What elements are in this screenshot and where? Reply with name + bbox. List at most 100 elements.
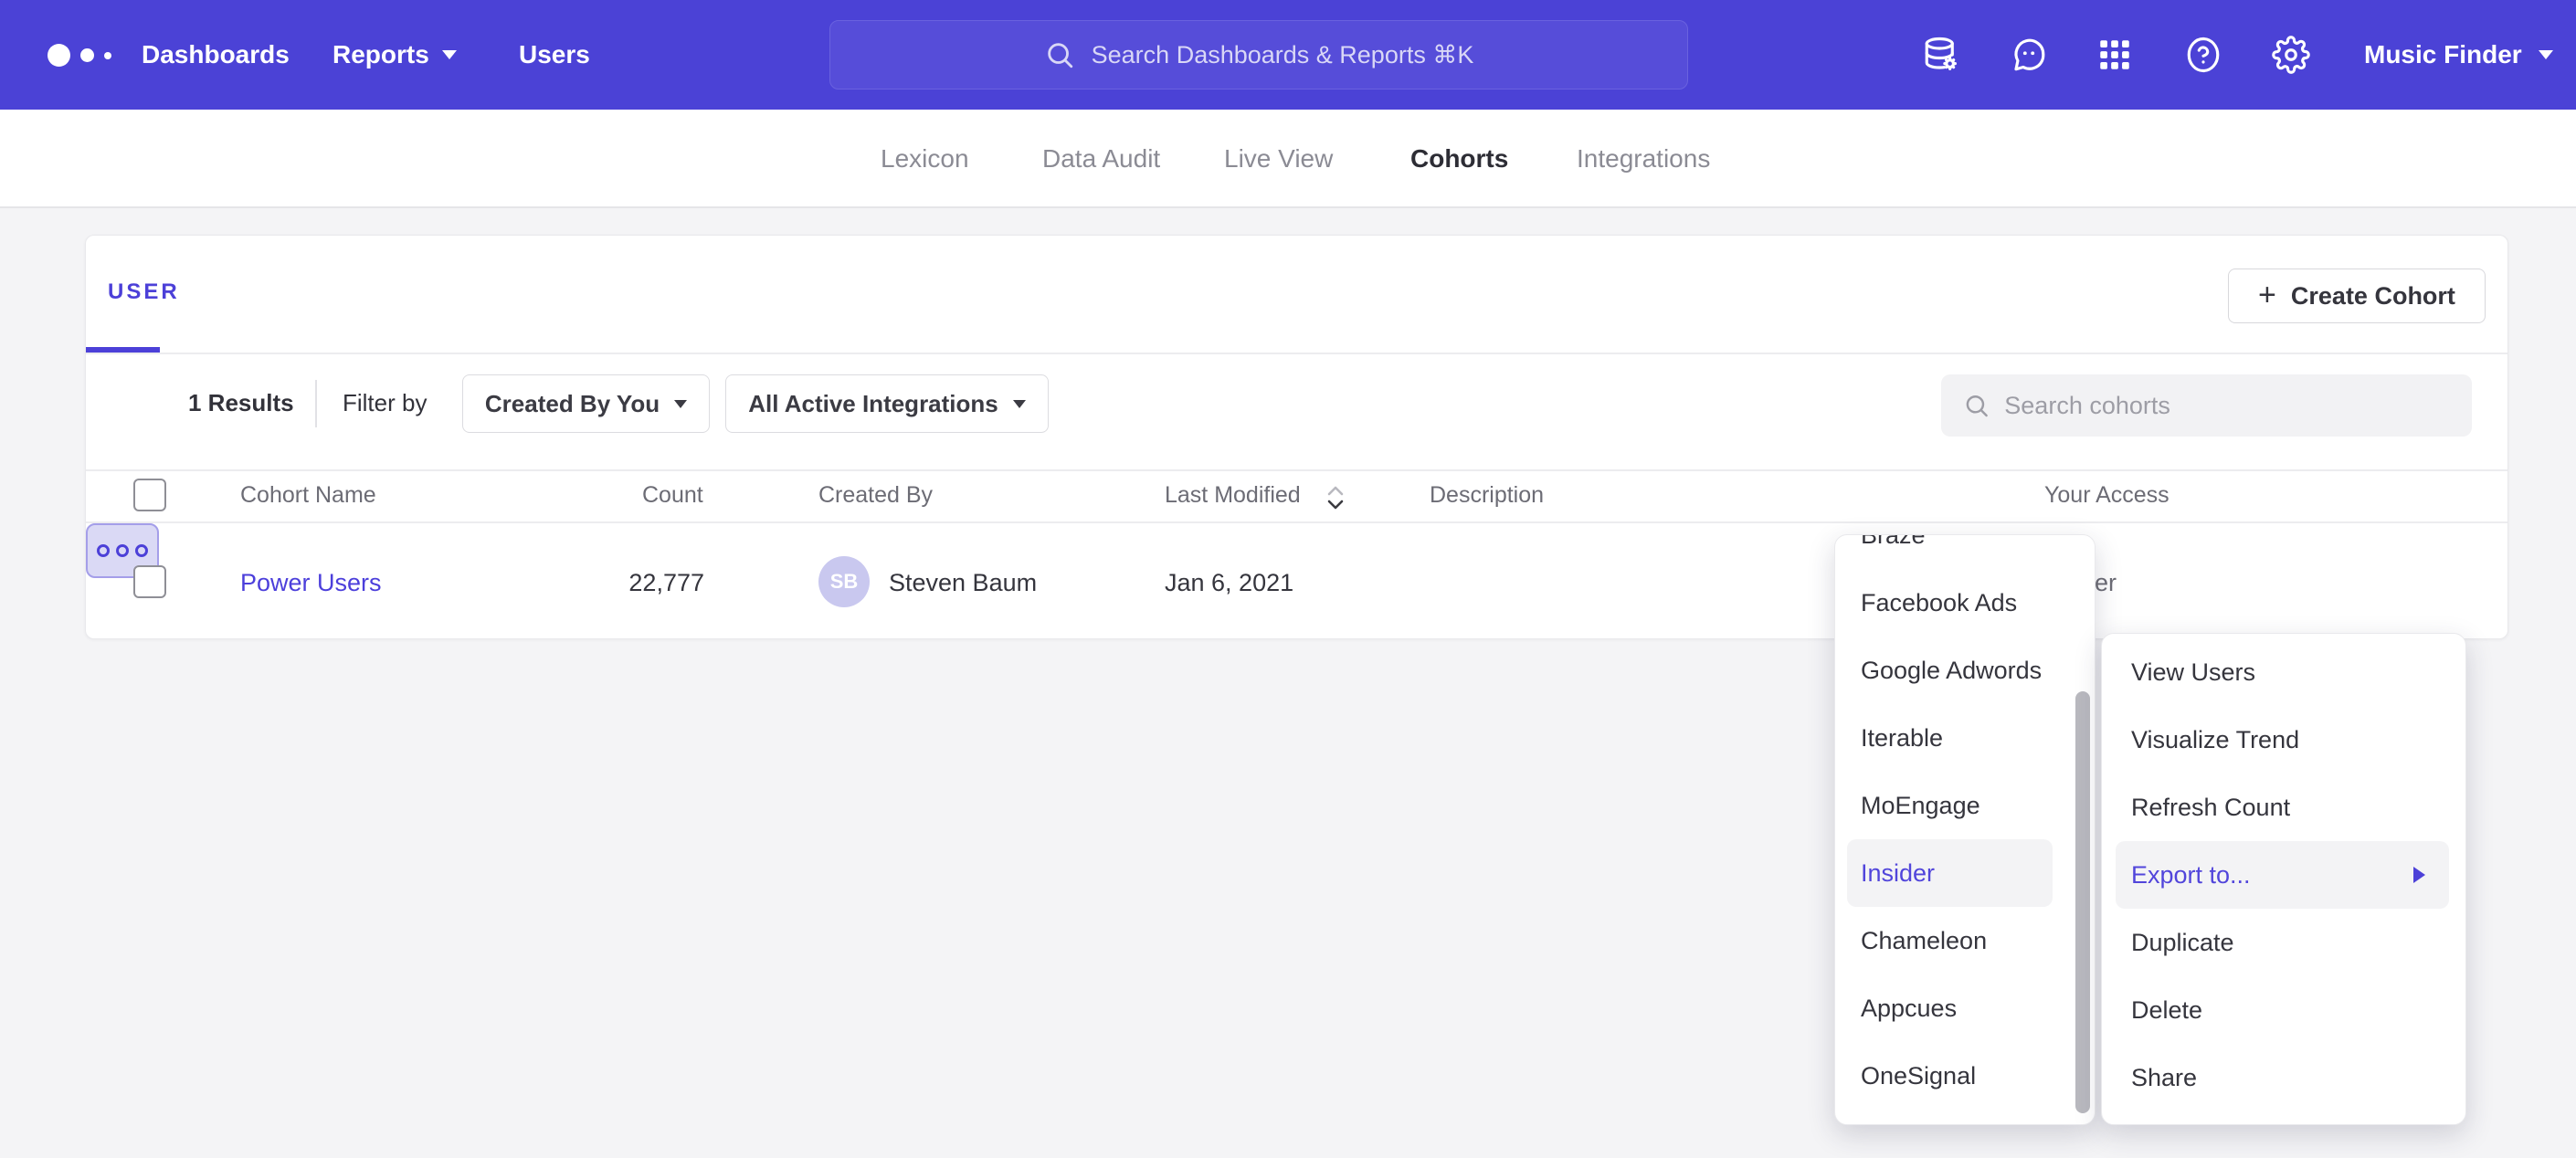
project-selector[interactable]: Music Finder — [2364, 0, 2553, 110]
filter-label: All Active Integrations — [748, 390, 998, 418]
col-cohort-name: Cohort Name — [240, 482, 376, 509]
tab-label: Lexicon — [881, 144, 969, 174]
menu-item-delete[interactable]: Delete — [2102, 976, 2465, 1044]
help-icon[interactable] — [2184, 36, 2222, 74]
global-search-input[interactable]: Search Dashboards & Reports ⌘K — [829, 20, 1688, 89]
cohort-count: 22,777 — [543, 569, 704, 597]
apps-grid-icon[interactable] — [2096, 36, 2134, 74]
settings-gear-icon[interactable] — [2272, 36, 2310, 74]
submenu-item-iterable[interactable]: Iterable — [1835, 704, 2095, 772]
created-by-filter-dropdown[interactable]: Created By You — [462, 374, 710, 433]
create-cohort-label: Create Cohort — [2291, 282, 2455, 311]
create-cohort-button[interactable]: + Create Cohort — [2228, 268, 2486, 323]
submenu-item-label: Appcues — [1861, 995, 1957, 1023]
menu-item-label: Export to... — [2131, 861, 2251, 890]
section-tabbar: Lexicon Data Audit Live View Cohorts Int… — [0, 110, 2576, 208]
select-all-checkbox[interactable] — [133, 479, 166, 511]
col-count: Count — [642, 482, 703, 509]
cohort-search-input[interactable] — [2004, 392, 2450, 420]
dot-icon — [116, 544, 129, 557]
chevron-down-icon — [442, 50, 457, 59]
data-management-icon[interactable] — [1922, 36, 1960, 74]
tab-lexicon[interactable]: Lexicon — [881, 110, 969, 208]
divider — [86, 353, 2507, 354]
nav-link-reports[interactable]: Reports — [333, 0, 457, 110]
last-modified-date: Jan 6, 2021 — [1165, 569, 1293, 597]
plus-icon: + — [2258, 279, 2276, 311]
nav-link-label: Users — [519, 40, 590, 69]
avatar: SB — [818, 556, 870, 607]
results-count: 1 Results — [188, 389, 294, 417]
filter-by-label: Filter by — [343, 389, 427, 417]
submenu-item-label: Insider — [1861, 859, 1935, 888]
menu-item-label: Duplicate — [2131, 929, 2234, 957]
tab-label: Data Audit — [1042, 144, 1160, 174]
col-description: Description — [1430, 482, 1544, 509]
export-submenu-list: Braze Facebook Ads Google Adwords Iterab… — [1835, 534, 2095, 1110]
tab-cohorts[interactable]: Cohorts — [1410, 110, 1508, 208]
menu-item-share[interactable]: Share — [2102, 1044, 2465, 1111]
col-created-by: Created By — [818, 482, 933, 509]
export-submenu: Braze Facebook Ads Google Adwords Iterab… — [1834, 534, 2096, 1125]
row-context-menu: View Users Visualize Trend Refresh Count… — [2101, 633, 2466, 1125]
chevron-down-icon — [2539, 50, 2553, 59]
submenu-item-label: Facebook Ads — [1861, 589, 2017, 617]
submenu-item-label: OneSignal — [1861, 1062, 1976, 1090]
search-icon — [1963, 391, 1990, 420]
submenu-item-insider[interactable]: Insider — [1847, 839, 2053, 907]
logo-dot — [80, 48, 94, 62]
menu-item-visualize-trend[interactable]: Visualize Trend — [2102, 706, 2465, 774]
submenu-item-braze[interactable]: Braze — [1835, 534, 2095, 569]
search-icon — [1044, 39, 1075, 70]
table-row: Power Users 22,777 SB Steven Baum Jan 6,… — [86, 523, 2507, 639]
submenu-item-label: MoEngage — [1861, 792, 1980, 820]
mixpanel-logo-icon[interactable] — [48, 44, 111, 67]
table-header: Cohort Name Count Created By Last Modifi… — [86, 469, 2507, 523]
integrations-filter-dropdown[interactable]: All Active Integrations — [725, 374, 1049, 433]
nav-link-label: Reports — [333, 40, 429, 69]
submenu-item-google-adwords[interactable]: Google Adwords — [1835, 637, 2095, 704]
top-nav: Dashboards Reports Users Search Dashboar… — [0, 0, 2576, 110]
menu-item-duplicate[interactable]: Duplicate — [2102, 909, 2465, 976]
cohort-search-box[interactable] — [1941, 374, 2472, 437]
feedback-icon[interactable] — [2010, 36, 2048, 74]
tab-label: Cohorts — [1410, 144, 1508, 174]
logo-dot — [48, 44, 70, 67]
col-your-access: Your Access — [2044, 482, 2170, 509]
submenu-item-appcues[interactable]: Appcues — [1835, 974, 2095, 1042]
nav-link-users[interactable]: Users — [519, 0, 590, 110]
menu-item-refresh-count[interactable]: Refresh Count — [2102, 774, 2465, 841]
submenu-item-label: Iterable — [1861, 724, 1943, 753]
menu-item-view-users[interactable]: View Users — [2102, 638, 2465, 706]
global-search-placeholder: Search Dashboards & Reports ⌘K — [1092, 41, 1474, 69]
row-checkbox[interactable] — [133, 565, 166, 598]
submenu-item-chameleon[interactable]: Chameleon — [1835, 907, 2095, 974]
submenu-item-facebook-ads[interactable]: Facebook Ads — [1835, 569, 2095, 637]
tab-label: Live View — [1224, 144, 1333, 174]
user-section-tab[interactable]: USER — [108, 279, 180, 305]
tab-live-view[interactable]: Live View — [1224, 110, 1333, 208]
menu-item-label: View Users — [2131, 658, 2255, 687]
your-access-value: er — [2095, 569, 2117, 597]
menu-item-label: Refresh Count — [2131, 794, 2290, 822]
submenu-arrow-icon — [2413, 867, 2425, 883]
submenu-item-onesignal[interactable]: OneSignal — [1835, 1042, 2095, 1110]
submenu-item-label: Google Adwords — [1861, 657, 2042, 685]
submenu-item-label: Braze — [1861, 534, 1926, 550]
menu-item-label: Visualize Trend — [2131, 726, 2299, 754]
cohort-name-link[interactable]: Power Users — [240, 569, 382, 597]
nav-link-dashboards[interactable]: Dashboards — [142, 0, 290, 110]
col-last-modified[interactable]: Last Modified — [1165, 482, 1301, 509]
menu-item-export-to[interactable]: Export to... — [2116, 841, 2449, 909]
submenu-item-moengage[interactable]: MoEngage — [1835, 772, 2095, 839]
sort-icon[interactable] — [1325, 484, 1346, 511]
divider — [315, 380, 317, 427]
submenu-scrollbar[interactable] — [2075, 691, 2090, 1113]
submenu-item-label: Chameleon — [1861, 927, 1987, 955]
cohorts-card: USER + Create Cohort 1 Results Filter by… — [85, 235, 2508, 639]
chevron-down-icon — [1013, 400, 1026, 408]
nav-link-label: Dashboards — [142, 40, 290, 69]
dot-icon — [97, 544, 110, 557]
tab-integrations[interactable]: Integrations — [1577, 110, 1710, 208]
tab-data-audit[interactable]: Data Audit — [1042, 110, 1160, 208]
